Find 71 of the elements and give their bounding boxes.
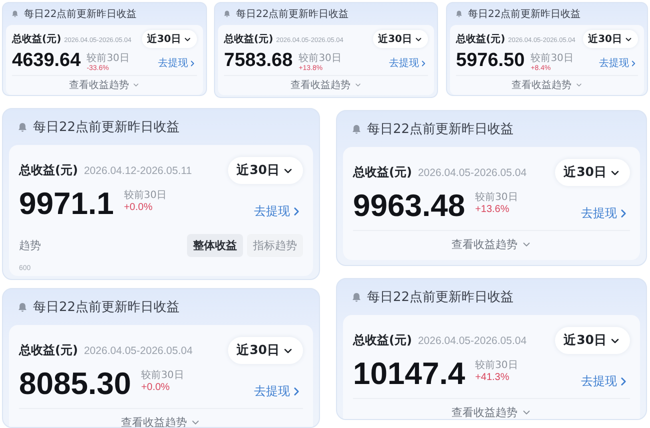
period-dropdown[interactable]: 近30日	[142, 30, 197, 48]
card-title: 每日22点前更新昨日收益	[24, 8, 137, 21]
compare-label: 较前30日	[475, 358, 518, 372]
card-title: 每日22点前更新昨日收益	[33, 119, 180, 136]
withdraw-link[interactable]: 去提现	[581, 373, 630, 390]
period-dropdown[interactable]: 近30日	[373, 30, 428, 48]
period-dropdown[interactable]: 近30日	[228, 337, 303, 364]
compare-label: 较前30日	[141, 368, 184, 382]
view-trend-toggle[interactable]: 查看收益趋势	[69, 78, 140, 92]
change-percent: +13.6%	[475, 204, 510, 215]
period-dropdown[interactable]: 近30日	[554, 327, 630, 354]
compare-label: 较前30日	[475, 190, 518, 204]
date-range: 2026.04.05-2026.05.04	[418, 167, 527, 179]
period-dropdown[interactable]: 近30日	[554, 159, 630, 186]
earnings-label: 总收益(元)	[224, 32, 274, 46]
compare-label: 较前30日	[530, 52, 574, 65]
date-range: 2026.04.12-2026.05.11	[84, 165, 192, 177]
earnings-amount: 10147.4	[353, 356, 466, 392]
earnings-label: 总收益(元)	[12, 32, 62, 46]
change-percent: +41.3%	[475, 372, 510, 383]
earnings-label: 总收益(元)	[353, 332, 412, 349]
compare-label: 较前30日	[124, 188, 167, 202]
earnings-amount: 5976.50	[456, 50, 525, 72]
bell-icon	[11, 10, 19, 18]
change-percent: +0.0%	[124, 202, 154, 213]
chart-tab[interactable]: 整体收益	[187, 234, 243, 257]
withdraw-link[interactable]: 去提现	[599, 56, 638, 70]
withdraw-link[interactable]: 去提现	[389, 56, 428, 70]
bell-icon	[455, 10, 463, 18]
chart-tab[interactable]: 指标趋势	[247, 234, 303, 257]
bell-icon	[17, 302, 28, 312]
card-title: 每日22点前更新昨日收益	[367, 289, 514, 306]
date-range: 2026.04.05-2026.05.04	[84, 345, 193, 357]
withdraw-link[interactable]: 去提现	[581, 205, 630, 222]
compare-label: 较前30日	[86, 52, 130, 65]
view-trend-toggle[interactable]: 查看收益趋势	[290, 78, 362, 92]
earnings-label: 总收益(元)	[19, 342, 78, 359]
bell-icon	[351, 124, 362, 134]
earnings-label: 总收益(元)	[19, 162, 78, 179]
trend-label: 趋势	[19, 238, 41, 253]
chevron-right-icon	[629, 58, 638, 68]
chevron-down-icon	[354, 81, 362, 89]
chevron-down-icon	[132, 81, 140, 89]
withdraw-link[interactable]: 去提现	[254, 383, 303, 400]
view-trend-toggle[interactable]: 查看收益趋势	[512, 78, 582, 92]
earnings-amount: 9963.48	[353, 188, 466, 224]
bell-icon	[351, 292, 362, 302]
withdraw-link[interactable]: 去提现	[254, 203, 303, 220]
view-trend-toggle[interactable]: 查看收益趋势	[452, 405, 532, 419]
withdraw-link[interactable]: 去提现	[158, 56, 197, 70]
period-dropdown[interactable]: 近30日	[583, 30, 638, 48]
period-dropdown[interactable]: 近30日	[228, 157, 303, 184]
chevron-right-icon	[419, 58, 428, 68]
change-percent: +0.0%	[141, 382, 171, 393]
earnings-amount: 4639.64	[12, 50, 81, 72]
earnings-amount: 8085.30	[19, 366, 132, 402]
earnings-label: 总收益(元)	[456, 32, 506, 46]
date-range: 2026.04.05-2026.05.04	[418, 335, 527, 347]
chevron-down-icon	[574, 81, 582, 89]
card-title: 每日22点前更新昨日收益	[236, 8, 349, 21]
bell-icon	[17, 122, 28, 132]
earnings-amount: 9971.1	[19, 186, 114, 222]
card-title: 每日22点前更新昨日收益	[468, 8, 581, 21]
earnings-amount: 7583.68	[224, 50, 293, 72]
card-title: 每日22点前更新昨日收益	[33, 299, 180, 316]
bell-icon	[223, 10, 231, 18]
compare-label: 较前30日	[298, 52, 342, 65]
view-trend-toggle[interactable]: 查看收益趋势	[452, 237, 532, 252]
chevron-right-icon	[188, 58, 197, 68]
card-title: 每日22点前更新昨日收益	[367, 121, 514, 138]
earnings-label: 总收益(元)	[353, 164, 412, 181]
